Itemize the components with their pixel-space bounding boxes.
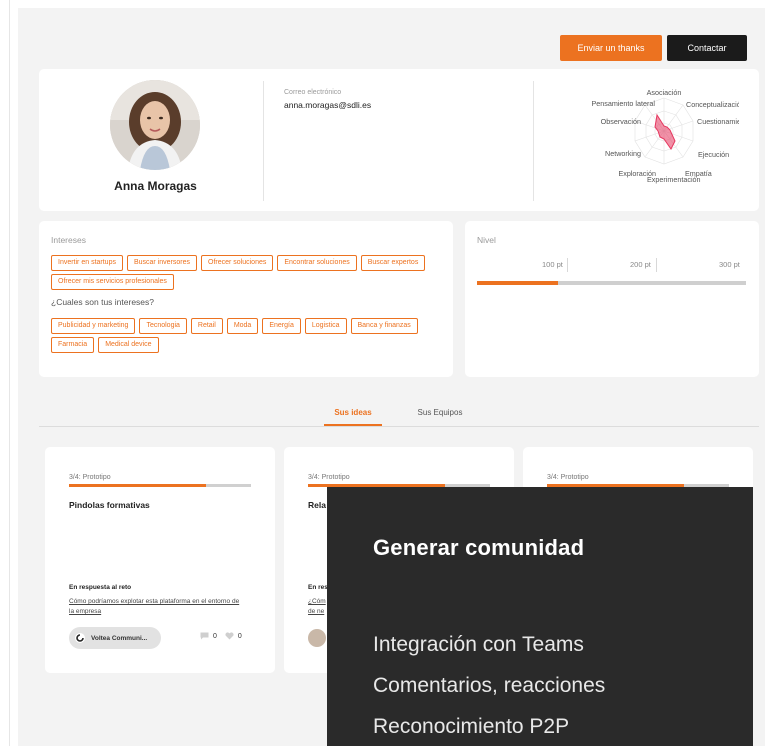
- level-title: Nivel: [477, 235, 496, 245]
- idea-phase: 3/4: Prototipo: [308, 474, 350, 481]
- interest-tag[interactable]: Encontrar soluciones: [277, 255, 357, 271]
- sector-tag[interactable]: Medical device: [98, 337, 159, 353]
- sector-tag[interactable]: Banca y finanzas: [350, 318, 418, 334]
- tab-ideas[interactable]: Sus ideas: [324, 408, 382, 417]
- radar-label: Conceptualización: [686, 100, 739, 109]
- idea-progress-bar: [69, 484, 251, 487]
- sector-tag[interactable]: Moda: [226, 318, 259, 334]
- overlay-item: Integración con Teams: [373, 633, 584, 656]
- sector-tag[interactable]: Retail: [190, 318, 223, 334]
- skills-radar-chart: Asociación Conceptualización Cuestionami…: [591, 88, 739, 184]
- interests-card: Intereses Invertir en startups Buscar in…: [39, 221, 453, 377]
- tab-teams[interactable]: Sus Equipos: [407, 408, 473, 417]
- radar-label: Exploración: [618, 169, 656, 178]
- heart-icon[interactable]: [225, 632, 234, 640]
- response-label: En respuesta al reto: [69, 584, 132, 591]
- level-progress-bar: [477, 281, 746, 285]
- team-logo-icon: [75, 633, 85, 643]
- radar-label: Networking: [605, 149, 641, 158]
- tick-line: [567, 258, 568, 272]
- level-tick: 100 pt: [542, 260, 563, 269]
- response-label: En res: [308, 584, 328, 591]
- level-tick: 200 pt: [630, 260, 651, 269]
- like-count: 0: [237, 632, 242, 640]
- interest-tags: Invertir en startups Buscar inversores O…: [51, 255, 446, 290]
- interest-tag[interactable]: Buscar expertos: [360, 255, 426, 271]
- sector-tag[interactable]: Farmacia: [51, 337, 95, 353]
- idea-card[interactable]: 3/4: Prototipo Pindolas formativas En re…: [45, 447, 275, 673]
- divider: [263, 81, 264, 201]
- comment-icon: [200, 632, 209, 640]
- tabs-divider: [39, 426, 759, 427]
- feature-overlay-panel: Generar comunidad Integración con Teams …: [327, 487, 753, 746]
- level-card: Nivel 100 pt 200 pt 300 pt: [465, 221, 759, 377]
- radar-label: Observación: [601, 117, 641, 126]
- interests-title: Intereses: [51, 235, 86, 245]
- idea-phase: 3/4: Prototipo: [69, 474, 111, 481]
- email-label: Correo electrónico: [284, 89, 342, 96]
- divider: [533, 81, 534, 201]
- idea-title: Pindolas formativas: [69, 500, 150, 510]
- challenge-link[interactable]: Cómo podríamos explotar esta plataforma …: [69, 597, 244, 617]
- challenge-link[interactable]: ¿Cóm de ne: [308, 597, 328, 617]
- avatar-photo: [110, 80, 200, 170]
- left-sidebar-edge: [0, 0, 10, 746]
- idea-stats: 0 0: [200, 632, 242, 640]
- level-tick: 300 pt: [719, 260, 740, 269]
- tick-line: [656, 258, 657, 272]
- overlay-item: Comentarios, reacciones: [373, 674, 606, 697]
- interest-tag[interactable]: Invertir en startups: [51, 255, 123, 271]
- team-name: Voltea Communi...: [91, 634, 148, 642]
- avatar: [308, 629, 326, 647]
- radar-label: Cuestionamiento: [697, 117, 739, 126]
- interest-tag[interactable]: Ofrecer soluciones: [201, 255, 274, 271]
- contact-button[interactable]: Contactar: [667, 35, 747, 61]
- idea-phase: 3/4: Prototipo: [547, 474, 589, 481]
- interest-tag[interactable]: Buscar inversores: [126, 255, 197, 271]
- email-value: anna.moragas@sdli.es: [284, 100, 372, 110]
- idea-progress-fill: [69, 484, 206, 487]
- send-thanks-button[interactable]: Enviar un thanks: [560, 35, 662, 61]
- sector-tag[interactable]: Logistica: [304, 318, 347, 334]
- sector-tag[interactable]: Energía: [262, 318, 301, 334]
- interests-question: ¿Cuales son tus intereses?: [51, 297, 154, 307]
- radar-label: Ejecución: [698, 150, 729, 159]
- interest-tag[interactable]: Ofrecer mis servicios profesionales: [51, 274, 174, 290]
- avatar: [110, 80, 200, 170]
- sector-tags: Publicidad y marketing Tecnologia Retail…: [51, 318, 446, 353]
- radar-label: Asociación: [647, 88, 682, 97]
- radar-label: Pensamiento lateral: [591, 99, 655, 108]
- sector-tag[interactable]: Tecnologia: [139, 318, 187, 334]
- comment-count: 0: [213, 632, 217, 640]
- overlay-item: Reconocimiento P2P: [373, 715, 570, 738]
- idea-title: Rela: [308, 500, 326, 510]
- profile-card: Anna Moragas Correo electrónico anna.mor…: [39, 69, 759, 211]
- sector-tag[interactable]: Publicidad y marketing: [51, 318, 136, 334]
- level-progress-fill: [477, 281, 558, 285]
- team-chip[interactable]: Voltea Communi...: [69, 627, 161, 649]
- profile-name: Anna Moragas: [114, 179, 197, 193]
- overlay-title: Generar comunidad: [373, 535, 585, 560]
